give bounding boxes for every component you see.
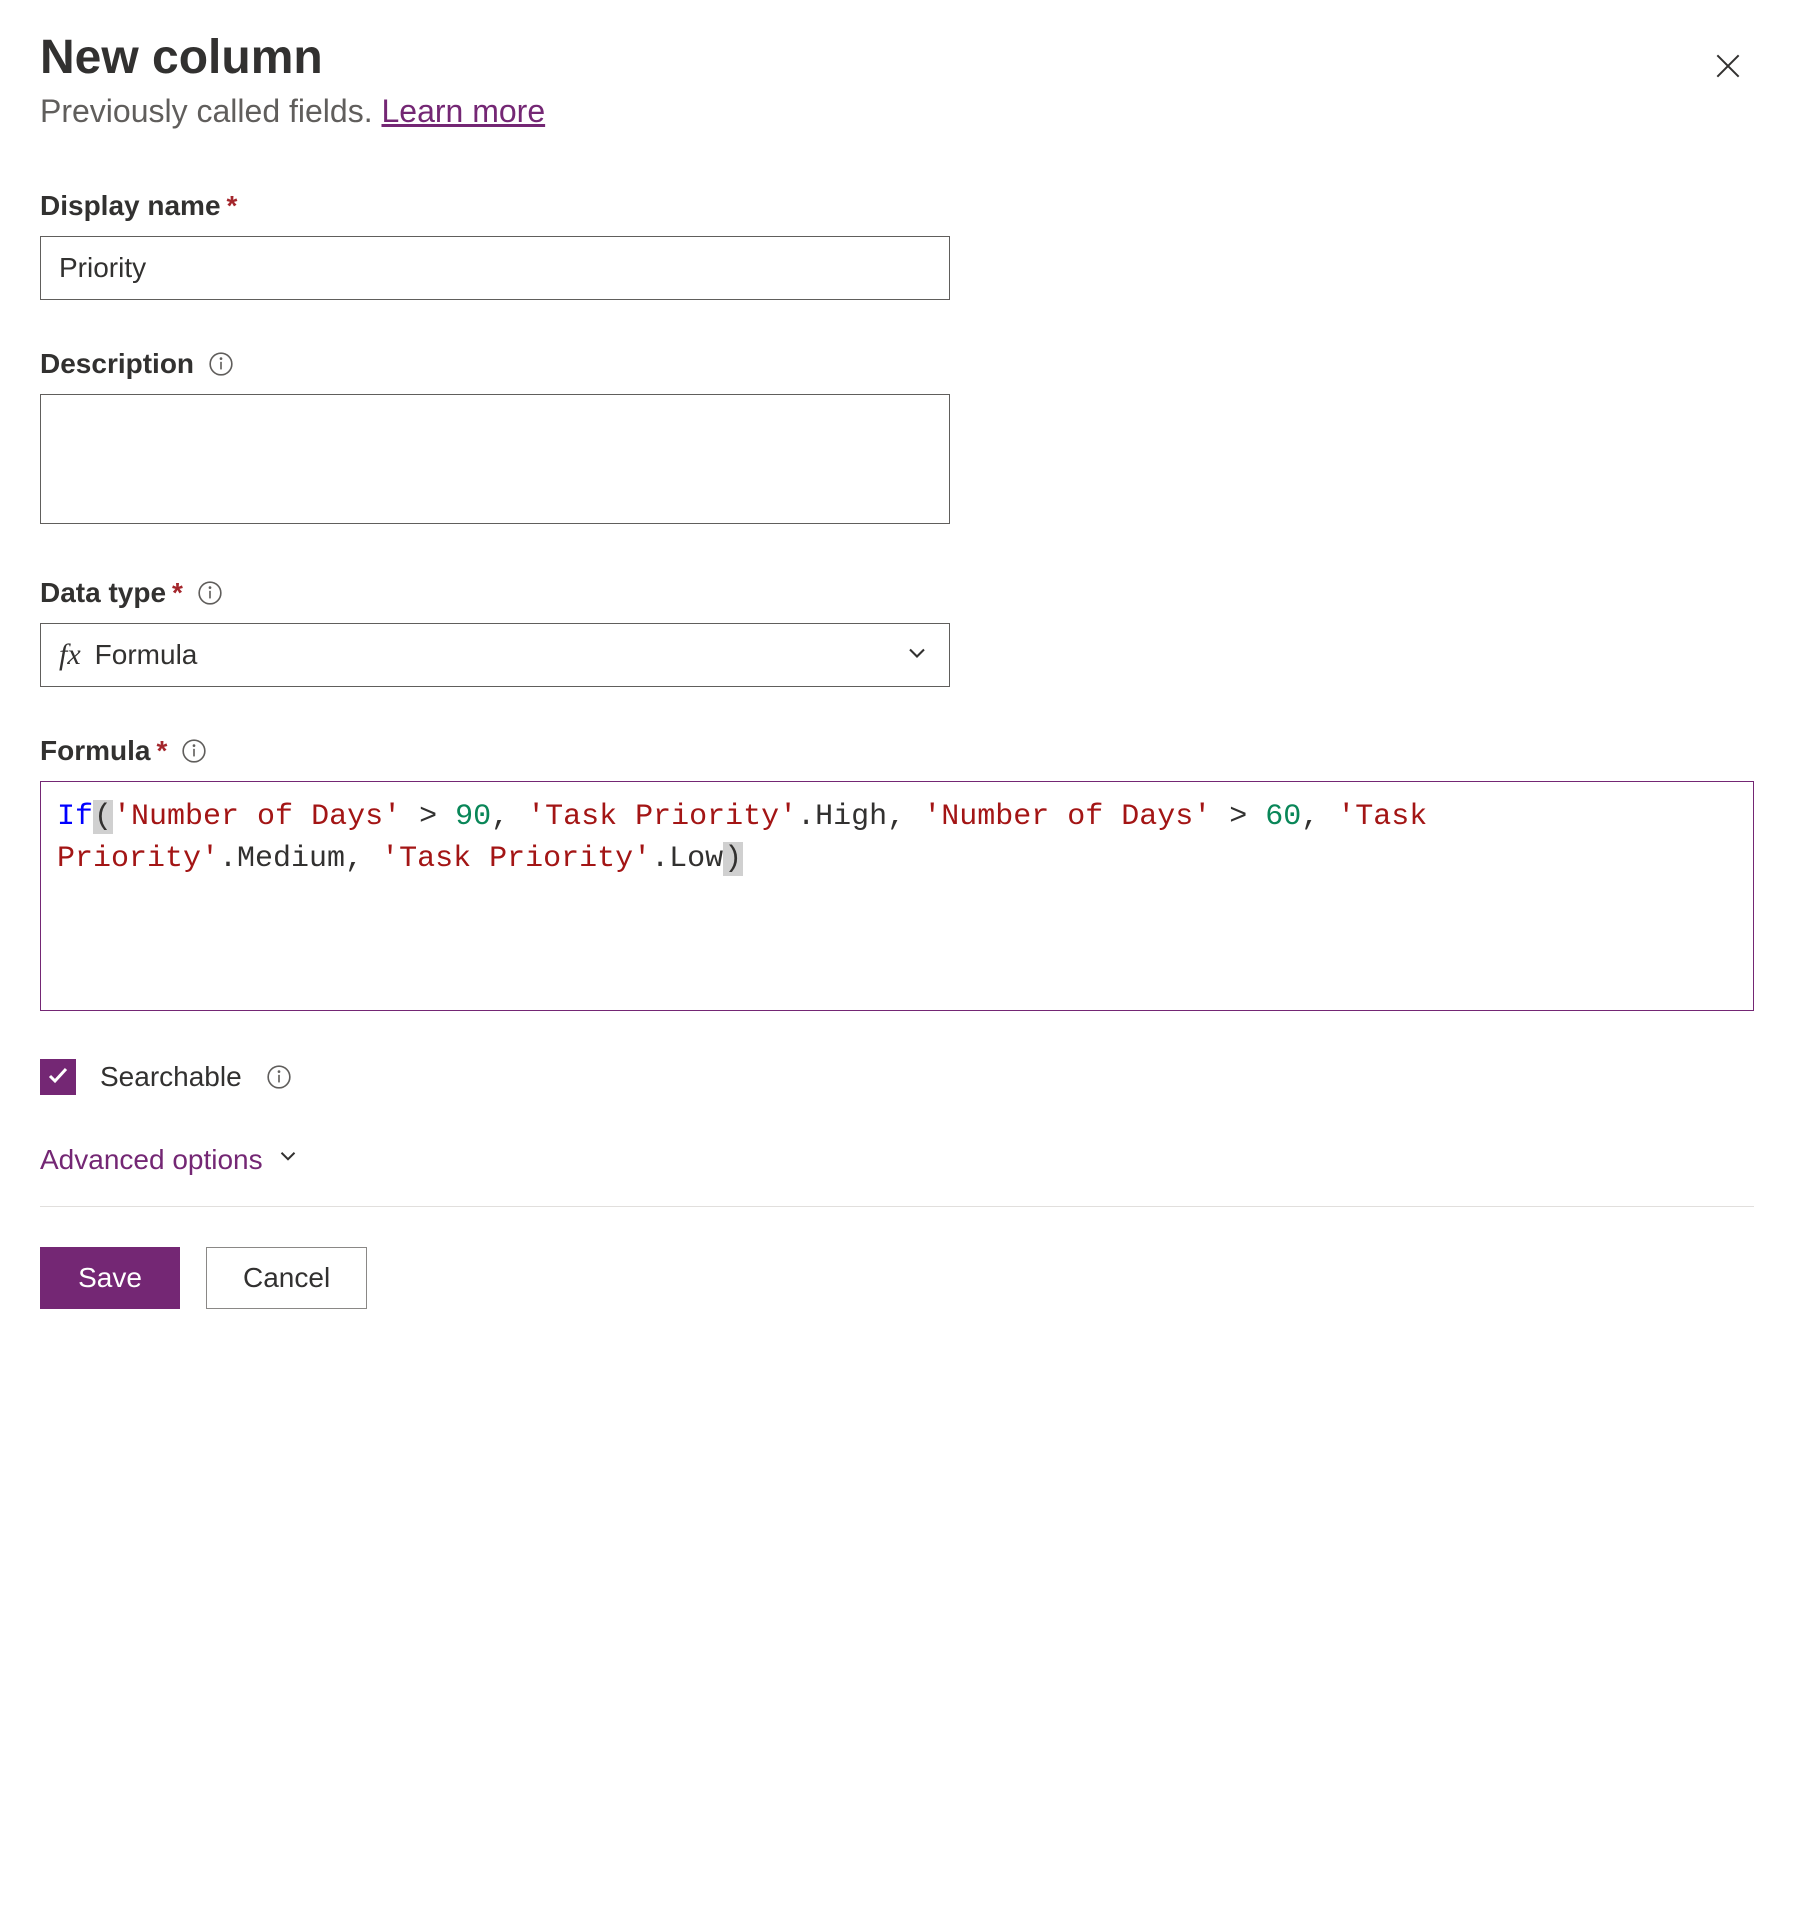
advanced-options-label: Advanced options — [40, 1144, 263, 1176]
close-icon — [1712, 70, 1744, 85]
advanced-options-toggle[interactable]: Advanced options — [40, 1143, 1754, 1176]
panel-header: New column Previously called fields. Lea… — [40, 30, 1754, 190]
check-icon — [46, 1063, 70, 1092]
new-column-panel: New column Previously called fields. Lea… — [0, 0, 1794, 1349]
data-type-field: Data type* fx Formula — [40, 577, 1754, 687]
description-field: Description — [40, 348, 1754, 529]
divider — [40, 1206, 1754, 1207]
info-icon[interactable] — [197, 580, 223, 606]
formula-input[interactable]: If('Number of Days' > 90, 'Task Priority… — [40, 781, 1754, 1011]
info-icon[interactable] — [266, 1064, 292, 1090]
data-type-selected: Formula — [95, 639, 903, 671]
data-type-label: Data type* — [40, 577, 1754, 609]
info-icon[interactable] — [208, 351, 234, 377]
searchable-label: Searchable — [100, 1061, 242, 1093]
chevron-down-icon — [275, 1143, 301, 1176]
learn-more-link[interactable]: Learn more — [381, 93, 545, 129]
panel-title: New column — [40, 30, 545, 85]
data-type-dropdown[interactable]: fx Formula — [40, 623, 950, 687]
info-icon[interactable] — [181, 738, 207, 764]
display-name-label: Display name* — [40, 190, 1754, 222]
subtitle-text: Previously called fields. — [40, 93, 381, 129]
required-indicator: * — [227, 190, 238, 221]
close-button[interactable] — [1702, 40, 1754, 95]
fx-icon: fx — [59, 638, 81, 672]
display-name-input[interactable] — [40, 236, 950, 300]
button-row: Save Cancel — [40, 1247, 1754, 1309]
searchable-checkbox[interactable] — [40, 1059, 76, 1095]
required-indicator: * — [156, 735, 167, 766]
cancel-button[interactable]: Cancel — [206, 1247, 367, 1309]
required-indicator: * — [172, 577, 183, 608]
formula-label: Formula* — [40, 735, 1754, 767]
searchable-row: Searchable — [40, 1059, 1754, 1095]
panel-subtitle: Previously called fields. Learn more — [40, 93, 545, 130]
description-label: Description — [40, 348, 1754, 380]
chevron-down-icon — [903, 639, 931, 672]
save-button[interactable]: Save — [40, 1247, 180, 1309]
formula-field: Formula* If('Number of Days' > 90, 'Task… — [40, 735, 1754, 1011]
display-name-field: Display name* — [40, 190, 1754, 300]
description-input[interactable] — [40, 394, 950, 524]
